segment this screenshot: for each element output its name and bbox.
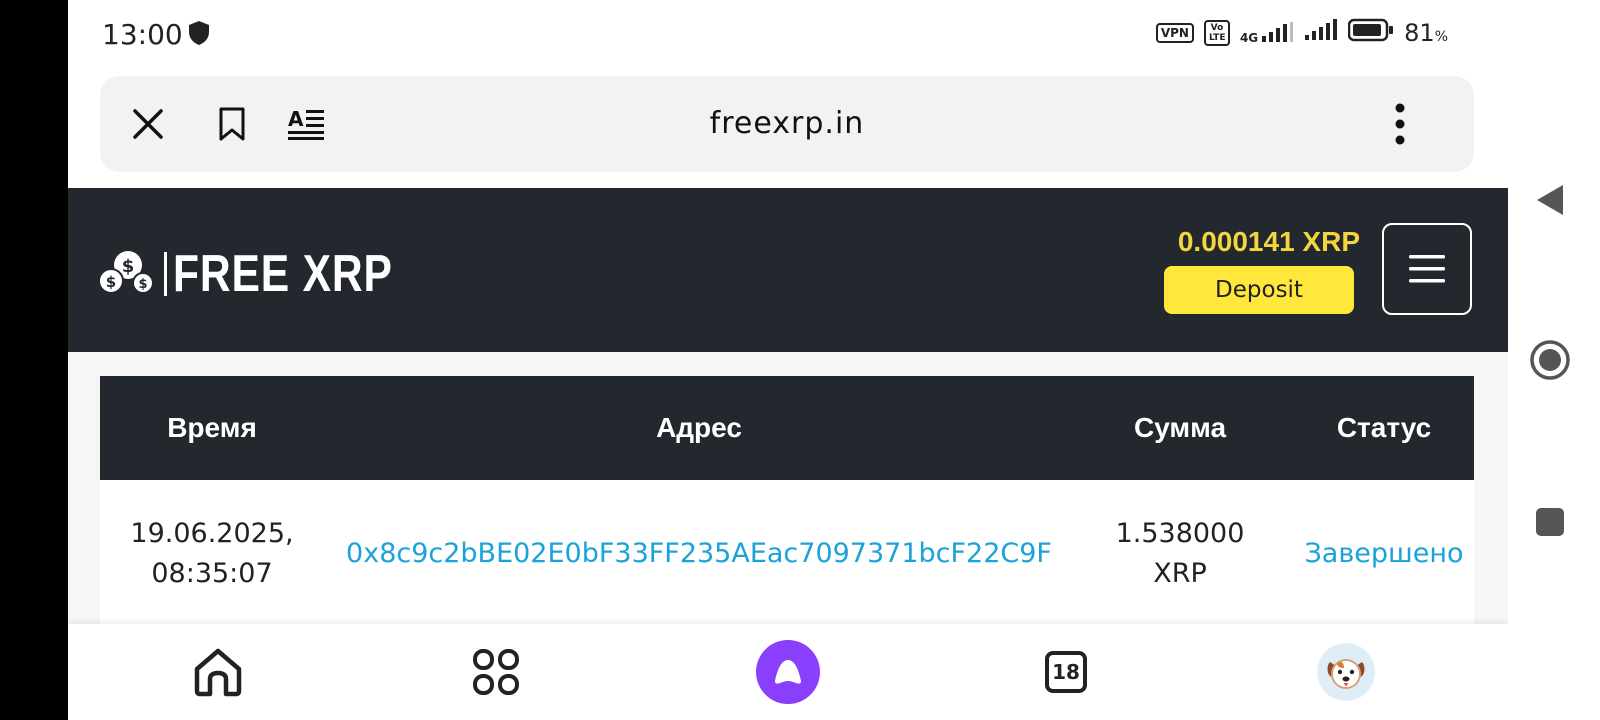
- signal-bars-icon: [1304, 19, 1338, 46]
- network-type-label: 4G: [1239, 30, 1259, 45]
- header-amount: Сумма: [1133, 412, 1227, 443]
- header-time: Время: [167, 412, 257, 443]
- svg-text:$: $: [106, 273, 116, 291]
- svg-text:$: $: [138, 277, 147, 292]
- left-black-edge: [0, 0, 68, 720]
- coins-logo-icon: $ $ $: [98, 251, 154, 294]
- balance-display: 0.000141 XRP: [1177, 226, 1360, 257]
- battery-percent-unit: %: [1434, 28, 1448, 45]
- browser-bottom-bar: 18: [68, 624, 1508, 720]
- site-header: $ $ $ FREE XRP 0.000141 XRP Deposit: [68, 188, 1508, 352]
- cell-address-link[interactable]: 0x8c9c2bBE02E0bF33FF235AEac7097371bcF22C…: [324, 534, 1074, 574]
- vpn-badge: VPN: [1155, 22, 1194, 43]
- table-row: 19.06.2025, 08:35:07 0x8c9c2bBE02E0bF33F…: [100, 480, 1474, 630]
- cell-amount-value: 1.538000: [1115, 518, 1245, 549]
- tabs-count: 18: [1045, 651, 1087, 693]
- cell-amount: 1.538000 XRP: [1104, 514, 1256, 594]
- cell-time-clock: 08:35:07: [151, 558, 273, 589]
- battery-percent: 81%: [1404, 19, 1448, 47]
- cell-amount-unit: XRP: [1153, 558, 1207, 589]
- phone-screen: 13:00 VPN Vo LTE 4G 81% A freexrp.in $ $…: [68, 0, 1508, 720]
- page-content: Время Адрес Сумма Статус 19.06.2025, 08:…: [68, 352, 1508, 630]
- home-icon[interactable]: [186, 640, 250, 704]
- logo-divider: [164, 252, 167, 296]
- site-logo[interactable]: $ $ $ FREE XRP: [98, 244, 441, 304]
- services-grid-icon[interactable]: [464, 640, 528, 704]
- transactions-table: Время Адрес Сумма Статус 19.06.2025, 08:…: [100, 376, 1474, 630]
- tabs-icon[interactable]: 18: [1034, 640, 1098, 704]
- header-address: Адрес: [656, 412, 742, 443]
- deposit-button[interactable]: Deposit: [1164, 266, 1354, 314]
- cell-time-date: 19.06.2025,: [130, 518, 294, 549]
- signal-4g-icon: 4G: [1239, 21, 1294, 45]
- alice-button: [756, 640, 820, 704]
- system-navigation-bar: [1508, 0, 1600, 720]
- recents-square-icon[interactable]: [1528, 500, 1572, 544]
- volte-badge: Vo LTE: [1203, 19, 1230, 46]
- shield-icon: [188, 20, 210, 51]
- status-bar: 13:00 VPN Vo LTE 4G 81%: [68, 0, 1508, 66]
- hamburger-menu-button[interactable]: [1382, 223, 1472, 315]
- url-field[interactable]: freexrp.in: [100, 106, 1474, 141]
- battery-icon: [1347, 18, 1394, 47]
- cell-status-link[interactable]: Завершено: [1294, 534, 1474, 574]
- svg-text:$: $: [122, 256, 135, 277]
- status-time: 13:00: [102, 18, 183, 51]
- battery-percent-value: 81: [1404, 18, 1435, 47]
- status-indicators: VPN Vo LTE 4G 81%: [1155, 18, 1448, 47]
- profile-avatar[interactable]: [1314, 640, 1378, 704]
- back-icon[interactable]: [1528, 178, 1572, 222]
- table-header-row: Время Адрес Сумма Статус: [100, 376, 1474, 480]
- cell-time: 19.06.2025, 08:35:07: [100, 514, 324, 594]
- browser-address-bar: A freexrp.in: [100, 76, 1474, 172]
- alice-assistant-icon[interactable]: [756, 640, 820, 704]
- more-vert-icon[interactable]: [1378, 102, 1422, 146]
- dog-avatar-icon: [1317, 643, 1375, 701]
- hamburger-icon: [1409, 255, 1445, 283]
- header-status: Статус: [1336, 412, 1432, 443]
- logo-text: FREE XRP: [173, 245, 393, 303]
- home-circle-icon[interactable]: [1528, 338, 1572, 382]
